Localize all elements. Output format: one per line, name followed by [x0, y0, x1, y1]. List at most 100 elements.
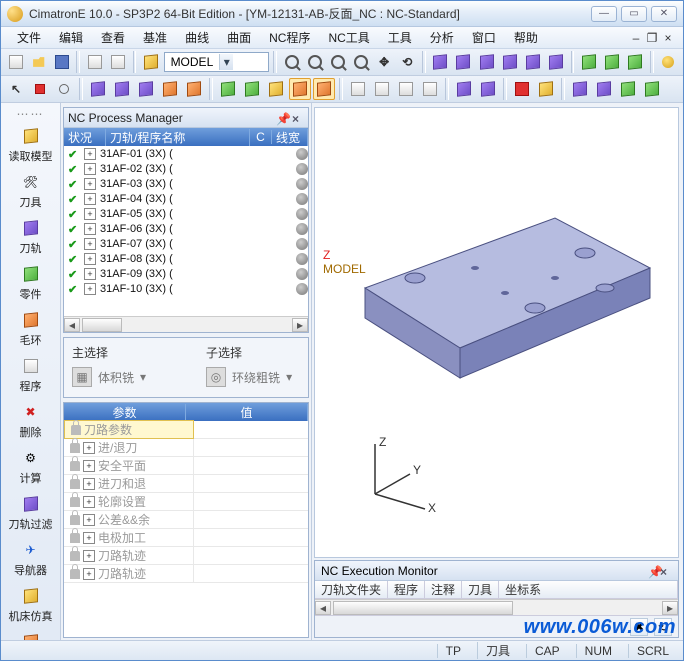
expand-icon[interactable]: +: [84, 253, 96, 265]
exec-col-cs[interactable]: 坐标系: [499, 581, 678, 598]
bulb-button[interactable]: [658, 51, 679, 73]
col-status[interactable]: 状况: [64, 129, 106, 146]
tb2-o[interactable]: [511, 78, 533, 100]
expand-icon[interactable]: +: [83, 532, 95, 544]
tb2-b[interactable]: [111, 78, 133, 100]
tb2-active2[interactable]: [313, 78, 335, 100]
list-hscroll[interactable]: ◂ ▸: [64, 316, 308, 332]
tb2-t[interactable]: [641, 78, 663, 100]
menu-edit[interactable]: 编辑: [51, 27, 91, 48]
sel-arrow-button[interactable]: ↖: [5, 78, 27, 100]
scroll-left-icon[interactable]: ◂: [64, 318, 80, 332]
lb-program[interactable]: 程序: [5, 353, 57, 397]
scroll-left-icon[interactable]: ◂: [315, 601, 331, 615]
lb-navigator[interactable]: ✈导航器: [5, 537, 57, 581]
lb-toolpath[interactable]: 刀轨: [5, 215, 57, 259]
tb2-d[interactable]: [159, 78, 181, 100]
menu-nc-program[interactable]: NC程序: [261, 27, 318, 48]
param-col-name[interactable]: 参数: [64, 404, 186, 421]
mdi-minimize-icon[interactable]: –: [629, 31, 643, 45]
bulb-icon[interactable]: [296, 268, 308, 280]
param-row[interactable]: +轮廓设置: [64, 493, 308, 511]
expand-icon[interactable]: +: [83, 496, 95, 508]
bulb-icon[interactable]: [296, 163, 308, 175]
tb2-a[interactable]: [87, 78, 109, 100]
table-row[interactable]: ✔+31AF-02 (3X) (: [64, 161, 308, 176]
exec-col-tool[interactable]: 刀具: [462, 581, 499, 598]
bulb-icon[interactable]: [296, 283, 308, 295]
tb2-n[interactable]: [477, 78, 499, 100]
expand-icon[interactable]: +: [83, 550, 95, 562]
menu-datum[interactable]: 基准: [135, 27, 175, 48]
expand-icon[interactable]: +: [83, 568, 95, 580]
expand-icon[interactable]: +: [84, 223, 96, 235]
param-row[interactable]: +安全平面: [64, 457, 308, 475]
zoom-window-button[interactable]: [304, 51, 325, 73]
lb-sim[interactable]: 机床仿真: [5, 583, 57, 627]
expand-icon[interactable]: +: [84, 268, 96, 280]
tb2-g[interactable]: [241, 78, 263, 100]
bulb-icon[interactable]: [296, 223, 308, 235]
lb-filter[interactable]: 刀轨过滤: [5, 491, 57, 535]
sub-select-item[interactable]: ◎ 环绕粗铣▾: [206, 367, 292, 387]
menu-nc-tool[interactable]: NC工具: [320, 27, 377, 48]
expand-icon[interactable]: +: [84, 208, 96, 220]
lb-stock[interactable]: 毛环: [5, 307, 57, 351]
viewport-3d[interactable]: Z MODEL Z Y X: [314, 107, 679, 558]
open-button[interactable]: [28, 51, 49, 73]
menu-window[interactable]: 窗口: [464, 27, 504, 48]
table-row[interactable]: ✔+31AF-09 (3X) (: [64, 266, 308, 281]
save-button[interactable]: [51, 51, 72, 73]
bulb-icon[interactable]: [296, 238, 308, 250]
param-col-value[interactable]: 值: [186, 404, 308, 421]
tb2-f[interactable]: [217, 78, 239, 100]
lb-delete[interactable]: ✖删除: [5, 399, 57, 443]
menu-help[interactable]: 帮助: [506, 27, 546, 48]
lb-remain[interactable]: 剩余毛环: [5, 629, 57, 640]
pan-button[interactable]: ✥: [374, 51, 395, 73]
tb2-c[interactable]: [135, 78, 157, 100]
tb2-l[interactable]: [419, 78, 441, 100]
lb-read-model[interactable]: 读取模型: [5, 123, 57, 167]
model-combo[interactable]: MODEL ▾: [164, 52, 270, 72]
sel-red-button[interactable]: [29, 78, 51, 100]
exec-col-note[interactable]: 注释: [425, 581, 462, 598]
process-list[interactable]: ✔+31AF-01 (3X) (✔+31AF-02 (3X) (✔+31AF-0…: [64, 146, 308, 316]
pin-icon[interactable]: 📌: [276, 112, 288, 124]
shade1-button[interactable]: [430, 51, 451, 73]
bulb-icon[interactable]: [296, 178, 308, 190]
tb2-k[interactable]: [395, 78, 417, 100]
expand-icon[interactable]: +: [84, 163, 96, 175]
bulb-icon[interactable]: [296, 208, 308, 220]
tb2-j[interactable]: [371, 78, 393, 100]
expand-icon[interactable]: +: [84, 193, 96, 205]
table-row[interactable]: ✔+31AF-10 (3X) (: [64, 281, 308, 296]
maximize-button[interactable]: ▭: [621, 6, 647, 22]
expand-icon[interactable]: +: [83, 442, 95, 454]
menu-analyze[interactable]: 分析: [422, 27, 462, 48]
exec-col-program[interactable]: 程序: [388, 581, 425, 598]
table-row[interactable]: ✔+31AF-08 (3X) (: [64, 251, 308, 266]
bulb-icon[interactable]: [296, 193, 308, 205]
expand-icon[interactable]: +: [83, 460, 95, 472]
col-c[interactable]: C: [250, 130, 272, 144]
param-row[interactable]: +公差&&余: [64, 511, 308, 529]
expand-icon[interactable]: +: [84, 238, 96, 250]
col-name[interactable]: 刀轨/程序名称: [106, 129, 250, 146]
table-row[interactable]: ✔+31AF-05 (3X) (: [64, 206, 308, 221]
scroll-thumb[interactable]: [82, 318, 122, 332]
exec-col-folder[interactable]: 刀轨文件夹: [315, 581, 388, 598]
expand-icon[interactable]: +: [84, 178, 96, 190]
menu-file[interactable]: 文件: [9, 27, 49, 48]
sel-wf-button[interactable]: [53, 78, 75, 100]
rotate-button[interactable]: ⟲: [397, 51, 418, 73]
table-row[interactable]: ✔+31AF-07 (3X) (: [64, 236, 308, 251]
exec-hscroll[interactable]: ◂ ▸: [315, 599, 678, 615]
zoom-fit-button[interactable]: [281, 51, 302, 73]
close-button[interactable]: ✕: [651, 6, 677, 22]
tb2-s[interactable]: [617, 78, 639, 100]
view3-button[interactable]: [625, 51, 646, 73]
expand-icon[interactable]: +: [84, 283, 96, 295]
param-row[interactable]: 刀路参数: [64, 421, 308, 439]
lb-calc[interactable]: ⚙计算: [5, 445, 57, 489]
